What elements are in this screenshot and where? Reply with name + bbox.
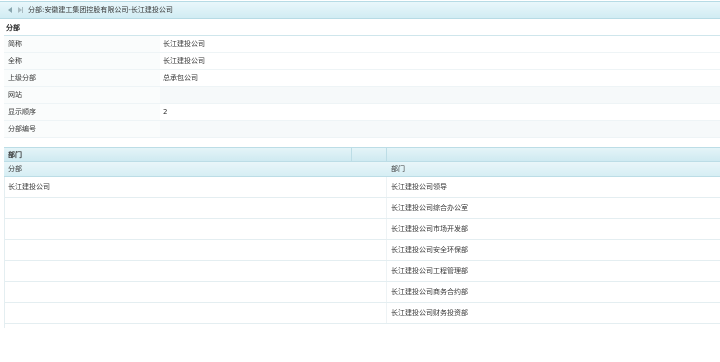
table-row[interactable]: 长江建投公司商务合约部 <box>4 282 720 303</box>
cell-department[interactable]: 长江建投公司工程管理部 <box>387 261 720 281</box>
field-label: 网站 <box>4 87 160 103</box>
field-value: 长江建投公司 <box>160 53 720 69</box>
field-label: 全称 <box>4 53 160 69</box>
cell-subcompany <box>4 303 387 323</box>
cell-subcompany <box>4 282 387 302</box>
department-table: 部门 分部 部门 长江建投公司 长江建投公司领导 长江建投公司综合办公室 长江建… <box>4 147 720 328</box>
detail-form: 简称 长江建投公司 全称 长江建投公司 上级分部 总承包公司 网站 显示顺序 2… <box>4 36 720 138</box>
field-label: 简称 <box>4 36 160 52</box>
cell-subcompany <box>4 240 387 260</box>
field-label: 上级分部 <box>4 70 160 86</box>
table-row[interactable]: 长江建投公司财务投资部 <box>4 303 720 324</box>
cell-subcompany <box>4 198 387 218</box>
table-row[interactable]: 长江建投公司工程管理部 <box>4 261 720 282</box>
group-header-label: 部门 <box>4 148 352 161</box>
field-value: 2 <box>160 104 720 120</box>
field-row-website: 网站 <box>4 87 720 104</box>
cell-subcompany <box>4 219 387 239</box>
column-header-subcompany[interactable]: 分部 <box>4 162 387 176</box>
table-row[interactable]: 长江建投公司市场开发部 <box>4 219 720 240</box>
table-group-header: 部门 <box>4 147 720 162</box>
forward-arrow-icon[interactable] <box>16 6 24 14</box>
nav-icons <box>6 6 24 14</box>
field-row-short-name: 简称 长江建投公司 <box>4 36 720 53</box>
section-heading: 分部 <box>6 24 20 32</box>
cell-department[interactable]: 长江建投公司商务合约部 <box>387 282 720 302</box>
field-row-parent-division: 上级分部 总承包公司 <box>4 70 720 87</box>
back-arrow-icon[interactable] <box>6 6 14 14</box>
cell-department[interactable]: 长江建投公司安全环保部 <box>387 240 720 260</box>
field-row-display-order: 显示顺序 2 <box>4 104 720 121</box>
cell-subcompany <box>4 261 387 281</box>
cell-department[interactable]: 长江建投公司财务投资部 <box>387 303 720 323</box>
column-header-department[interactable]: 部门 <box>387 162 720 176</box>
table-column-header: 分部 部门 <box>4 162 720 177</box>
field-row-full-name: 全称 长江建投公司 <box>4 53 720 70</box>
field-value: 长江建投公司 <box>160 36 720 52</box>
field-value <box>160 87 720 103</box>
field-row-division-code: 分部编号 <box>4 121 720 138</box>
table-left-border <box>4 177 5 328</box>
cell-department[interactable]: 长江建投公司市场开发部 <box>387 219 720 239</box>
table-row[interactable]: 长江建投公司综合办公室 <box>4 198 720 219</box>
field-value <box>160 121 720 137</box>
cell-department[interactable]: 长江建投公司领导 <box>387 177 720 197</box>
cell-department[interactable]: 长江建投公司综合办公室 <box>387 198 720 218</box>
table-row[interactable]: 长江建投公司 长江建投公司领导 <box>4 177 720 198</box>
cell-subcompany: 长江建投公司 <box>4 177 387 197</box>
page-title: 分部:安徽建工集团控股有限公司-长江建投公司 <box>28 6 173 14</box>
field-value: 总承包公司 <box>160 70 720 86</box>
field-label: 分部编号 <box>4 121 160 137</box>
title-bar: 分部:安徽建工集团控股有限公司-长江建投公司 <box>0 1 720 19</box>
field-label: 显示顺序 <box>4 104 160 120</box>
table-row[interactable]: 长江建投公司安全环保部 <box>4 240 720 261</box>
